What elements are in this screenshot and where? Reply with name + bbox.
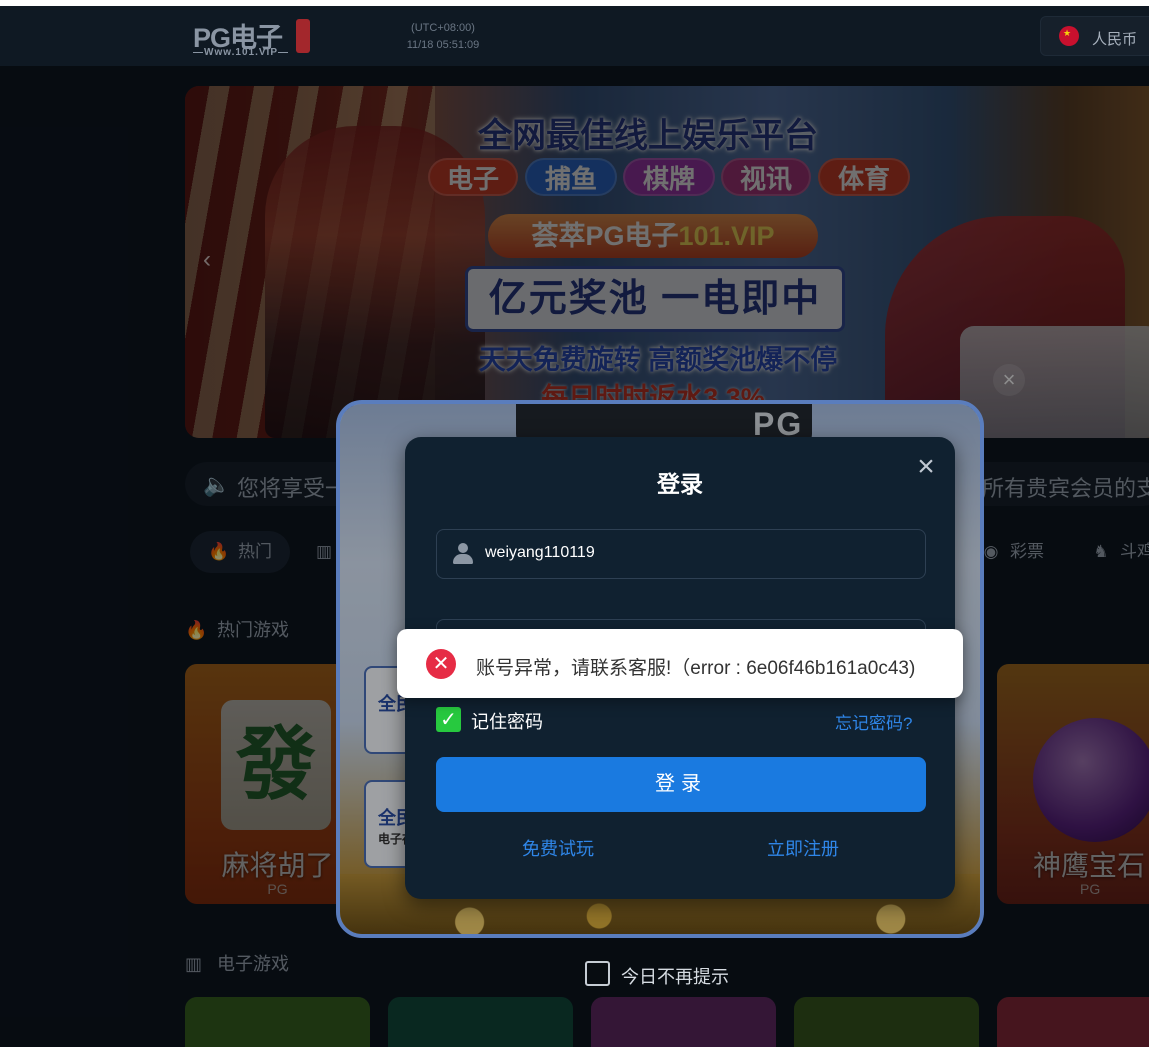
- china-flag-icon: ★: [1059, 26, 1079, 46]
- error-icon: ✕: [426, 649, 456, 679]
- modal-title: 登录: [657, 471, 703, 497]
- currency-label: 人民币: [1092, 31, 1138, 48]
- login-button[interactable]: 登录: [436, 757, 926, 812]
- logo-seal: [296, 19, 310, 53]
- logo-url: —Www.101.VIP—: [193, 47, 289, 58]
- forgot-password-link[interactable]: 忘记密码?: [835, 709, 912, 734]
- error-toast: ✕ 账号异常，请联系客服!（error : 6e06f46b161a0c43): [397, 629, 963, 698]
- close-icon[interactable]: ×: [913, 452, 939, 482]
- toast-message: 账号异常，请联系客服!（error : 6e06f46b161a0c43): [476, 658, 916, 679]
- register-link[interactable]: 立即注册: [767, 835, 839, 861]
- dont-show-checkbox[interactable]: [585, 961, 610, 986]
- clock: (UTC+08:00) 11/18 05:51:09: [398, 20, 488, 54]
- user-icon: [453, 542, 473, 566]
- timezone: (UTC+08:00): [411, 22, 475, 34]
- username-input[interactable]: [485, 544, 885, 562]
- site-logo[interactable]: PG电子 —Www.101.VIP—: [193, 16, 311, 62]
- free-play-link[interactable]: 免费试玩: [522, 835, 594, 861]
- user-icon-head: [458, 543, 468, 553]
- remember-label: 记住密码: [471, 712, 543, 732]
- username-field[interactable]: [436, 529, 926, 579]
- check-icon[interactable]: ✓: [436, 707, 461, 732]
- datetime: 11/18 05:51:09: [406, 39, 480, 51]
- site-header: PG电子 —Www.101.VIP— (UTC+08:00) 11/18 05:…: [0, 6, 1149, 66]
- user-icon-body: [453, 554, 473, 564]
- currency-selector[interactable]: ★ 人民币: [1040, 16, 1149, 56]
- dont-show-label: 今日不再提示: [621, 967, 729, 987]
